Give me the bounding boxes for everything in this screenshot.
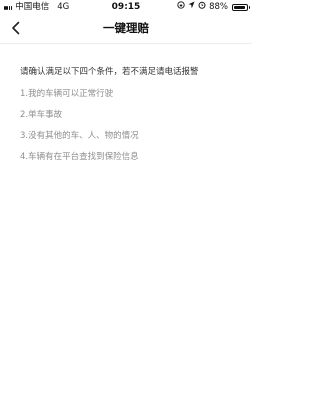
alarm-icon (198, 0, 206, 14)
main-content: 请确认满足以下四个条件，若不满足请电话报警 1.我的车辆可以正常行驶 2.单车事… (20, 66, 244, 172)
page-title: 一键理赔 (103, 21, 149, 35)
condition-item: 1.我的车辆可以正常行驶 (20, 89, 114, 99)
condition-item: 2.单车事故 (20, 110, 63, 120)
battery-percent: 88% (209, 2, 228, 12)
status-bar: 中国电信 4G 09:15 88% (0, 0, 252, 14)
navigation-bar: 一键理赔 (0, 14, 252, 44)
battery-fill (234, 5, 245, 9)
condition-item: 4.车辆有在平台查找到保险信息 (20, 152, 139, 162)
status-right: 88% (177, 0, 250, 14)
lock-rotation-icon (177, 0, 185, 14)
conditions-list: 1.我的车辆可以正常行驶 2.单车事故 3.没有其他的车、人、物的情况 4.车辆… (20, 88, 244, 163)
battery-icon (232, 3, 250, 11)
location-icon (188, 0, 195, 14)
intro-text: 请确认满足以下四个条件，若不满足请电话报警 (20, 67, 199, 77)
condition-item: 3.没有其他的车、人、物的情况 (20, 131, 139, 141)
